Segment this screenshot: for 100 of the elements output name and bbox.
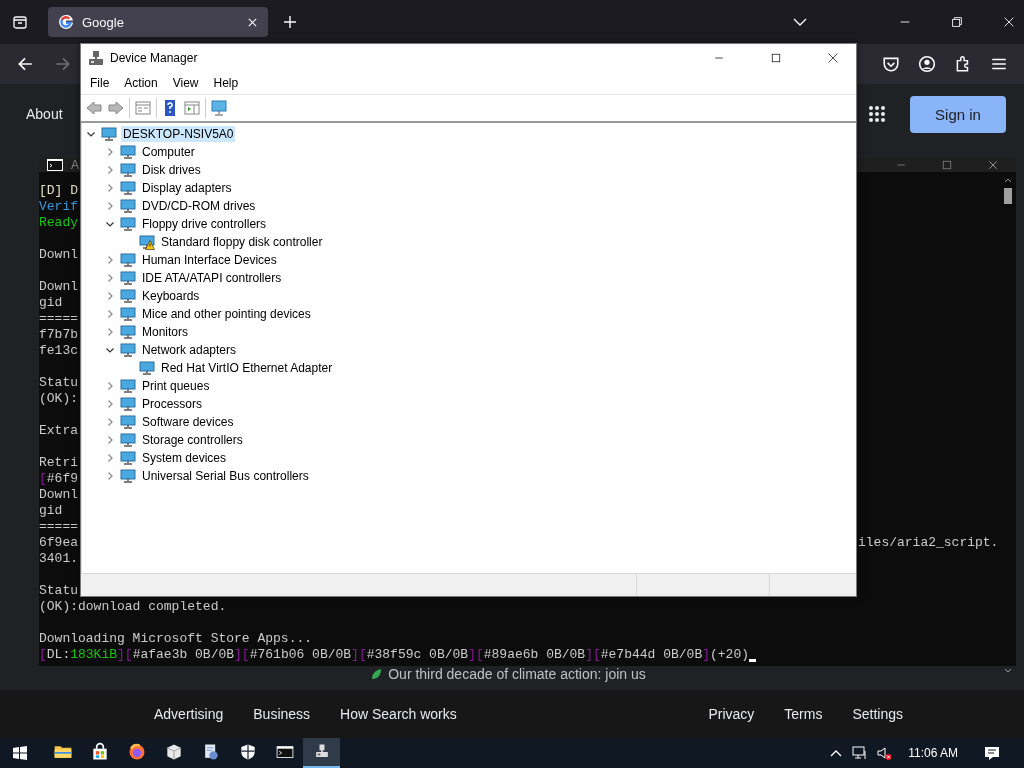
console-line: Downl <box>39 247 78 263</box>
close-icon[interactable] <box>827 52 839 64</box>
new-tab-icon[interactable] <box>282 14 298 30</box>
tree-item[interactable]: Disk drives <box>140 162 203 178</box>
menu-item[interactable]: File <box>90 76 119 90</box>
console-line: Downloading Microsoft Store Apps... <box>39 631 313 647</box>
device-icon <box>120 216 136 232</box>
device-icon <box>120 144 136 160</box>
console-line: [D] D <box>39 183 78 199</box>
footer-link[interactable]: Advertising <box>154 706 224 722</box>
console-line: ===== <box>39 311 78 327</box>
tree-item[interactable]: DESKTOP-NSIV5A0 <box>121 126 236 142</box>
footer-link[interactable]: Terms <box>784 706 823 722</box>
console-line: [DL:183KiB][#afae3b 0B/0B][#761b06 0B/0B][#38f59c 0B/0B][#89ae6b 0B/0B][#e7b44d 0B/0B](+20) <box>39 647 749 663</box>
chevron-icon[interactable] <box>86 129 96 139</box>
footer-link[interactable]: How Search works <box>340 706 457 722</box>
device-icon <box>120 378 136 394</box>
window-title: Device Manager <box>110 51 198 65</box>
tree-item[interactable]: Software devices <box>140 414 236 430</box>
console-line: Retri <box>39 455 78 471</box>
menu-item[interactable]: Help <box>213 76 248 90</box>
console-line: 6f9ea <box>39 535 79 551</box>
device-icon <box>120 342 136 358</box>
device-icon <box>120 468 136 484</box>
climate-link[interactable]: Our third decade of climate action: join us <box>388 666 646 682</box>
console-line: (OK):download completed. <box>39 599 227 615</box>
chevron-icon[interactable] <box>105 219 115 229</box>
console-line: ===== <box>39 519 78 535</box>
pocket-icon[interactable] <box>882 55 900 73</box>
tree-item[interactable]: Floppy drive controllers <box>140 216 269 232</box>
footer-link[interactable]: Business <box>253 706 311 722</box>
tree-item[interactable]: Storage controllers <box>140 432 245 448</box>
tree-item[interactable]: Red Hat VirtIO Ethernet Adapter <box>159 360 335 376</box>
tree-item[interactable]: Standard floppy disk controller <box>159 234 325 250</box>
console-line: gid <box>39 503 63 519</box>
network-icon[interactable] <box>852 745 869 761</box>
maximize-icon[interactable] <box>770 52 782 64</box>
tree-item[interactable]: Monitors <box>140 324 190 340</box>
sign-in-button[interactable]: Sign in <box>910 95 1006 133</box>
tree-item[interactable]: Print queues <box>140 378 212 394</box>
footer-link[interactable]: Privacy <box>708 706 755 722</box>
console-line: [#6f9 <box>39 471 79 487</box>
device-icon <box>120 162 136 178</box>
device-icon <box>120 396 136 412</box>
device-icon <box>120 198 136 214</box>
device-icon <box>120 414 136 430</box>
tree-item[interactable]: Keyboards <box>140 288 202 304</box>
notification-icon[interactable] <box>984 745 1000 761</box>
console-line: iles/aria2_script. <box>858 535 999 551</box>
footer-link[interactable]: Settings <box>852 706 903 722</box>
console-line: Downl <box>39 279 78 295</box>
account-icon[interactable] <box>918 55 936 73</box>
console-line: Statu <box>39 583 78 599</box>
tree-item[interactable]: Display adapters <box>140 180 234 196</box>
monitor-icon[interactable] <box>210 99 228 117</box>
back-icon[interactable] <box>16 55 34 73</box>
tree-item[interactable]: DVD/CD-ROM drives <box>140 198 258 214</box>
leaf-icon <box>370 668 383 680</box>
about-link[interactable]: About <box>26 106 63 122</box>
console-line: f7b7b <box>39 327 78 343</box>
device-icon <box>120 324 136 340</box>
apps-grid-icon[interactable] <box>868 105 886 123</box>
tree-item[interactable]: Mice and other pointing devices <box>140 306 313 322</box>
device-icon <box>120 432 136 448</box>
tab-list-icon[interactable] <box>12 14 28 30</box>
tree-item[interactable]: IDE ATA/ATAPI controllers <box>140 270 284 286</box>
tree-item[interactable]: Universal Serial Bus controllers <box>140 468 311 484</box>
taskbar-button[interactable] <box>303 738 340 768</box>
restore-icon[interactable] <box>950 15 964 29</box>
console-line: fe13c <box>39 343 78 359</box>
speaker-muted-icon[interactable] <box>876 745 893 761</box>
device-icon <box>101 126 117 142</box>
console-line: Ready <box>39 215 78 231</box>
start-icon[interactable] <box>12 745 28 761</box>
clock[interactable]: 11:06 AM <box>908 746 958 760</box>
forward-icon[interactable] <box>107 99 125 117</box>
window-title: A <box>71 158 79 172</box>
tree-item[interactable]: Human Interface Devices <box>140 252 279 268</box>
device-icon <box>120 270 136 286</box>
chevron-icon[interactable] <box>105 345 115 355</box>
console-line: gid <box>39 295 63 311</box>
console-line: 3401. <box>39 551 78 567</box>
tree-item[interactable]: Network adapters <box>140 342 239 358</box>
menu-item[interactable]: View <box>172 76 208 90</box>
device-icon <box>120 288 136 304</box>
console-line: Statu <box>39 375 78 391</box>
menu-item[interactable]: Action <box>124 76 167 90</box>
console-line: Extra <box>39 423 78 439</box>
tree-item[interactable]: System devices <box>140 450 229 466</box>
tree-item[interactable]: Computer <box>140 144 197 160</box>
scroll-thumb[interactable] <box>1003 188 1012 204</box>
browser-tab[interactable]: Google <box>48 7 268 37</box>
close-icon[interactable] <box>987 159 999 171</box>
google-icon <box>58 14 74 30</box>
tree-item[interactable]: Processors <box>140 396 205 412</box>
console-line: Verif <box>39 199 78 215</box>
device-icon <box>120 306 136 322</box>
close-icon[interactable] <box>1002 15 1016 29</box>
console-line: Downl <box>39 487 78 503</box>
device-icon <box>139 234 155 250</box>
